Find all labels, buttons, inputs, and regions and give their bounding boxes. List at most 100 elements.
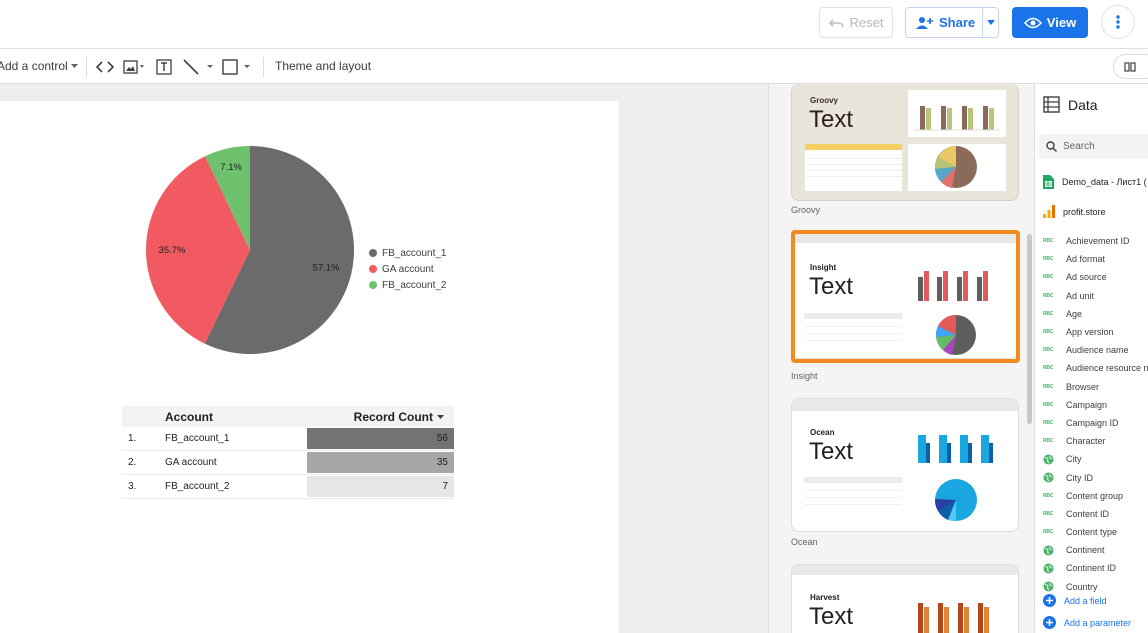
data-panel-header: Data	[1043, 96, 1098, 113]
line-button[interactable]	[183, 58, 215, 75]
rectangle-icon	[222, 58, 250, 75]
row-account: GA account	[165, 457, 217, 468]
theme-card-title: Text	[809, 603, 854, 630]
field-item[interactable]: RBC Campaign ID	[1043, 414, 1148, 432]
row-index: 1.	[128, 433, 137, 444]
data-source-name: profit.store	[1063, 206, 1106, 217]
legend-swatch	[369, 249, 377, 257]
add-control-menu[interactable]: Add a control	[0, 59, 78, 73]
pie-slice-label: 7.1%	[220, 162, 242, 173]
field-item[interactable]: Continent	[1043, 541, 1148, 559]
table-icon	[1043, 96, 1060, 113]
field-item[interactable]: RBC Content type	[1043, 523, 1148, 541]
field-item[interactable]: RBC Ad format	[1043, 250, 1148, 268]
theme-preview-pie	[908, 144, 1006, 191]
text-type-icon: RBC	[1043, 274, 1054, 281]
field-item[interactable]: RBC App version	[1043, 323, 1148, 341]
undo-icon	[828, 18, 844, 27]
pie-slice-label: 57.1%	[313, 262, 340, 273]
report-canvas-area: 57.1% 35.7% 7.1% FB_account_1 GA account F…	[0, 84, 768, 633]
share-dropdown-button[interactable]	[983, 20, 998, 25]
record-count-table[interactable]: Account Record Count 1. FB_account_1 56 …	[122, 406, 454, 499]
theme-card-title: Text	[809, 438, 854, 465]
field-item[interactable]: RBC Browser	[1043, 378, 1148, 396]
eye-icon	[1023, 17, 1042, 28]
theme-preview-table	[805, 144, 902, 191]
theme-card-ocean[interactable]: Ocean Text	[791, 398, 1019, 532]
field-item[interactable]: RBC Ad unit	[1043, 287, 1148, 305]
field-item[interactable]: RBC Audience name	[1043, 341, 1148, 359]
field-name: Continent ID	[1066, 563, 1117, 574]
field-name: Content group	[1066, 490, 1124, 501]
share-button[interactable]: Share	[906, 8, 983, 37]
pie-slice-label: 35.7%	[159, 245, 186, 256]
field-item[interactable]: RBC Content ID	[1043, 505, 1148, 523]
code-icon	[96, 60, 114, 73]
field-item[interactable]: RBC Achievement ID	[1043, 232, 1148, 250]
field-item[interactable]: City ID	[1043, 468, 1148, 486]
share-label: Share	[939, 15, 976, 30]
table-row[interactable]: 1. FB_account_1 56	[122, 427, 454, 451]
field-item[interactable]: RBC Ad source	[1043, 268, 1148, 286]
text-type-icon: RBC	[1043, 238, 1054, 245]
embed-code-button[interactable]	[96, 58, 114, 75]
table-row[interactable]: 3. FB_account_2 7	[122, 475, 454, 499]
bar-chart-thumbnail	[918, 603, 989, 633]
text-type-icon: RBC	[1043, 401, 1054, 408]
field-name: Country	[1066, 581, 1098, 592]
theme-card-harvest[interactable]: Harvest Text	[791, 564, 1019, 633]
data-source-item[interactable]: profit.store	[1043, 205, 1106, 218]
text-type-icon: RBC	[1043, 329, 1054, 336]
field-name: Browser	[1066, 381, 1100, 392]
row-bar	[307, 428, 454, 449]
theme-card-groovy[interactable]: Groovy Text	[791, 84, 1019, 201]
data-source-item[interactable]: Demo_data - Лист1 (	[1043, 175, 1147, 189]
theme-label: Insight	[791, 371, 818, 381]
field-item[interactable]: RBC Content group	[1043, 487, 1148, 505]
search-icon	[1046, 141, 1057, 152]
data-source-name: Demo_data - Лист1 (	[1062, 177, 1147, 187]
text-box-button[interactable]	[156, 58, 172, 75]
toolbar-divider	[263, 57, 264, 77]
share-button-group: Share	[905, 7, 999, 38]
theme-panel-scrollbar[interactable]	[1027, 234, 1032, 424]
field-item[interactable]: RBC Audience resource n	[1043, 359, 1148, 377]
legend-item[interactable]: GA account	[369, 261, 447, 277]
text-type-icon: RBC	[1043, 510, 1054, 517]
data-search-input[interactable]: Search	[1039, 134, 1148, 159]
more-vert-icon	[1116, 15, 1120, 29]
sort-desc-icon	[437, 414, 444, 419]
field-item[interactable]: City	[1043, 450, 1148, 468]
shape-button[interactable]	[222, 58, 254, 75]
text-type-icon: RBC	[1043, 310, 1054, 317]
data-panel: Data Search Demo_data - Лист1 ( profit.s…	[1034, 84, 1148, 633]
theme-and-layout-button[interactable]: Theme and layout	[275, 59, 371, 73]
sheets-icon	[1043, 175, 1054, 189]
pie-chart[interactable]: 57.1% 35.7% 7.1%	[0, 101, 619, 401]
more-options-button[interactable]	[1101, 5, 1135, 39]
legend-item[interactable]: FB_account_2	[369, 277, 447, 293]
image-button[interactable]	[123, 58, 145, 75]
reset-button[interactable]: Reset	[819, 7, 893, 38]
field-name: Character	[1066, 436, 1106, 447]
add-field-button[interactable]: Add a field	[1043, 594, 1107, 607]
editor-toolbar: Add a control Theme and layout	[0, 49, 1148, 84]
column-header-account[interactable]: Account	[165, 410, 213, 424]
field-item[interactable]: RBC Campaign	[1043, 396, 1148, 414]
column-header-record-count[interactable]: Record Count	[354, 410, 444, 424]
view-toggle-button[interactable]	[1113, 54, 1148, 79]
report-page[interactable]: 57.1% 35.7% 7.1% FB_account_1 GA account F…	[0, 101, 619, 633]
legend-item[interactable]: FB_account_1	[369, 245, 447, 261]
bar-chart-thumbnail	[914, 106, 1000, 131]
row-index: 3.	[128, 481, 137, 492]
selected-theme-frame	[791, 230, 1020, 363]
view-button[interactable]: View	[1012, 7, 1088, 38]
add-parameter-button[interactable]: Add a parameter	[1043, 616, 1131, 629]
field-item[interactable]: Continent ID	[1043, 559, 1148, 577]
table-row[interactable]: 2. GA account 35	[122, 451, 454, 475]
field-item[interactable]: RBC Age	[1043, 305, 1148, 323]
column-header-label: Record Count	[353, 409, 433, 424]
field-item[interactable]: RBC Character	[1043, 432, 1148, 450]
text-type-icon: RBC	[1043, 292, 1054, 299]
row-count: 35	[436, 457, 448, 468]
